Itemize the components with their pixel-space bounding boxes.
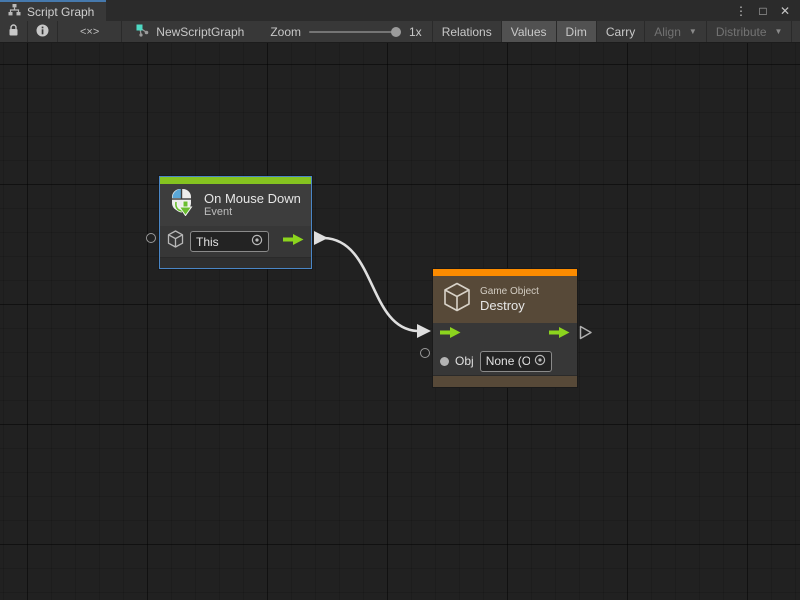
flow-output-arrow-icon[interactable] bbox=[549, 326, 570, 344]
zoom-label: Zoom bbox=[270, 25, 301, 39]
window-menu-icon[interactable]: ⋮ bbox=[732, 2, 750, 20]
info-icon bbox=[36, 24, 49, 40]
game-object-cube-icon bbox=[443, 282, 471, 317]
destroy-exit-port[interactable] bbox=[579, 325, 593, 339]
zoom-slider-handle[interactable] bbox=[391, 27, 401, 37]
obj-field-value: None (O bbox=[486, 354, 530, 368]
destroy-accent-bar bbox=[433, 269, 577, 276]
edit-source-button[interactable]: <×> bbox=[58, 21, 122, 42]
event-target-port[interactable] bbox=[146, 233, 156, 243]
param-label: Obj bbox=[455, 354, 474, 368]
window-maximize-icon[interactable]: □ bbox=[754, 2, 772, 20]
carry-button[interactable]: Carry bbox=[597, 21, 645, 42]
event-target-row: This bbox=[160, 226, 311, 257]
title-bar: Script Graph ⋮ □ ✕ bbox=[0, 0, 800, 21]
distribute-dropdown[interactable]: Distribute ▼ bbox=[707, 21, 793, 42]
carry-label: Carry bbox=[606, 25, 635, 39]
relations-button[interactable]: Relations bbox=[433, 21, 502, 42]
zoom-slider[interactable] bbox=[309, 31, 401, 33]
graph-hierarchy-icon bbox=[8, 4, 21, 19]
destroy-flow-row bbox=[433, 323, 577, 347]
node-destroy[interactable]: Game Object Destroy Obj None (O bbox=[432, 268, 578, 388]
tab-title: Script Graph bbox=[27, 5, 94, 19]
zoom-value: 1x bbox=[409, 25, 422, 39]
destroy-node-header: Game Object Destroy bbox=[433, 276, 577, 323]
value-port-dot-icon bbox=[440, 357, 449, 366]
window-close-icon[interactable]: ✕ bbox=[776, 2, 794, 20]
event-node-subtitle: Event bbox=[204, 206, 301, 219]
code-icon: <×> bbox=[80, 26, 99, 38]
event-trigger-port[interactable] bbox=[313, 232, 327, 246]
script-graph-icon bbox=[136, 24, 150, 40]
graph-name-breadcrumb[interactable]: NewScriptGraph bbox=[122, 21, 254, 42]
object-picker-icon[interactable] bbox=[534, 354, 546, 369]
values-button[interactable]: Values bbox=[502, 21, 557, 42]
lock-icon bbox=[8, 24, 19, 40]
info-button[interactable] bbox=[28, 21, 58, 42]
chevron-down-icon: ▼ bbox=[775, 27, 783, 36]
graph-toolbar: <×> NewScriptGraph Zoom 1x Relations Val… bbox=[0, 21, 800, 43]
event-node-header: On Mouse Down Event bbox=[160, 184, 311, 226]
destroy-node-title: Destroy bbox=[480, 298, 539, 313]
dim-button[interactable]: Dim bbox=[557, 21, 597, 42]
distribute-label: Distribute bbox=[716, 25, 767, 39]
node-on-mouse-down[interactable]: On Mouse Down Event This bbox=[159, 176, 312, 269]
values-label: Values bbox=[511, 25, 547, 39]
align-label: Align bbox=[654, 25, 681, 39]
relations-label: Relations bbox=[442, 25, 492, 39]
graph-canvas[interactable] bbox=[0, 43, 800, 600]
game-object-cube-icon bbox=[167, 230, 184, 253]
obj-object-field[interactable]: None (O bbox=[480, 351, 552, 372]
chevron-down-icon: ▼ bbox=[689, 27, 697, 36]
event-node-footer bbox=[160, 257, 311, 268]
destroy-node-category: Game Object bbox=[480, 286, 539, 298]
overview-button[interactable]: Overview bbox=[792, 21, 800, 42]
graph-name-label: NewScriptGraph bbox=[156, 25, 244, 39]
mouse-down-icon bbox=[170, 189, 195, 221]
destroy-obj-port[interactable] bbox=[420, 348, 430, 358]
align-dropdown[interactable]: Align ▼ bbox=[645, 21, 707, 42]
dim-label: Dim bbox=[566, 25, 587, 39]
object-picker-icon[interactable] bbox=[251, 234, 263, 249]
event-accent-bar bbox=[160, 177, 311, 184]
target-object-field[interactable]: This bbox=[190, 231, 269, 252]
target-object-value: This bbox=[196, 235, 219, 249]
event-node-title: On Mouse Down bbox=[204, 191, 301, 206]
tab-script-graph[interactable]: Script Graph bbox=[0, 0, 106, 21]
destroy-param-row: Obj None (O bbox=[433, 347, 577, 375]
flow-input-arrow-icon[interactable] bbox=[440, 326, 461, 344]
flow-output-arrow-icon[interactable] bbox=[283, 233, 304, 251]
destroy-node-footer bbox=[433, 375, 577, 387]
zoom-control: Zoom 1x bbox=[254, 21, 432, 42]
lock-button[interactable] bbox=[0, 21, 28, 42]
